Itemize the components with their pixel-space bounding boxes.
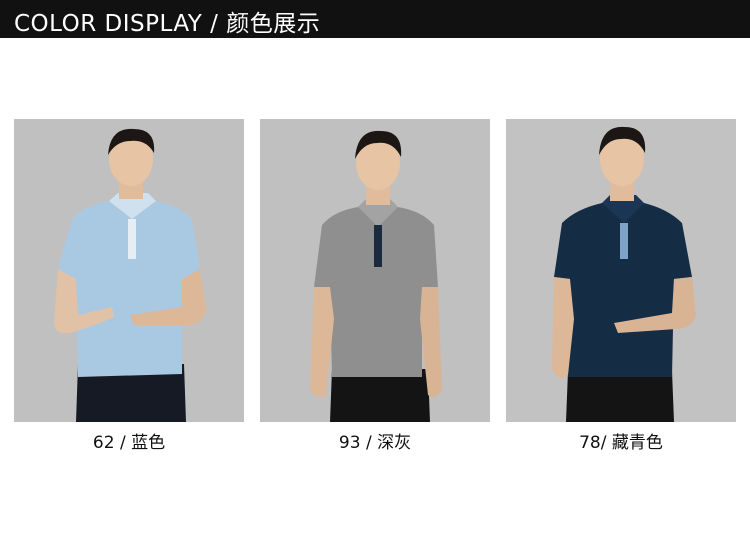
page-title: COLOR DISPLAY / 颜色展示 [14, 11, 321, 37]
product-photo-dark-grey[interactable] [260, 119, 490, 422]
model-illustration [14, 119, 244, 422]
product-caption: 93 / 深灰 [338, 433, 412, 453]
model-illustration [506, 119, 736, 422]
product-photo-navy[interactable] [506, 119, 736, 422]
product-caption: 78/ 藏青色 [579, 433, 663, 453]
product-caption: 62 / 蓝色 [92, 433, 166, 453]
header-bar: COLOR DISPLAY / 颜色展示 [0, 0, 750, 38]
model-illustration [260, 119, 490, 422]
product-photo-light-blue[interactable] [14, 119, 244, 422]
